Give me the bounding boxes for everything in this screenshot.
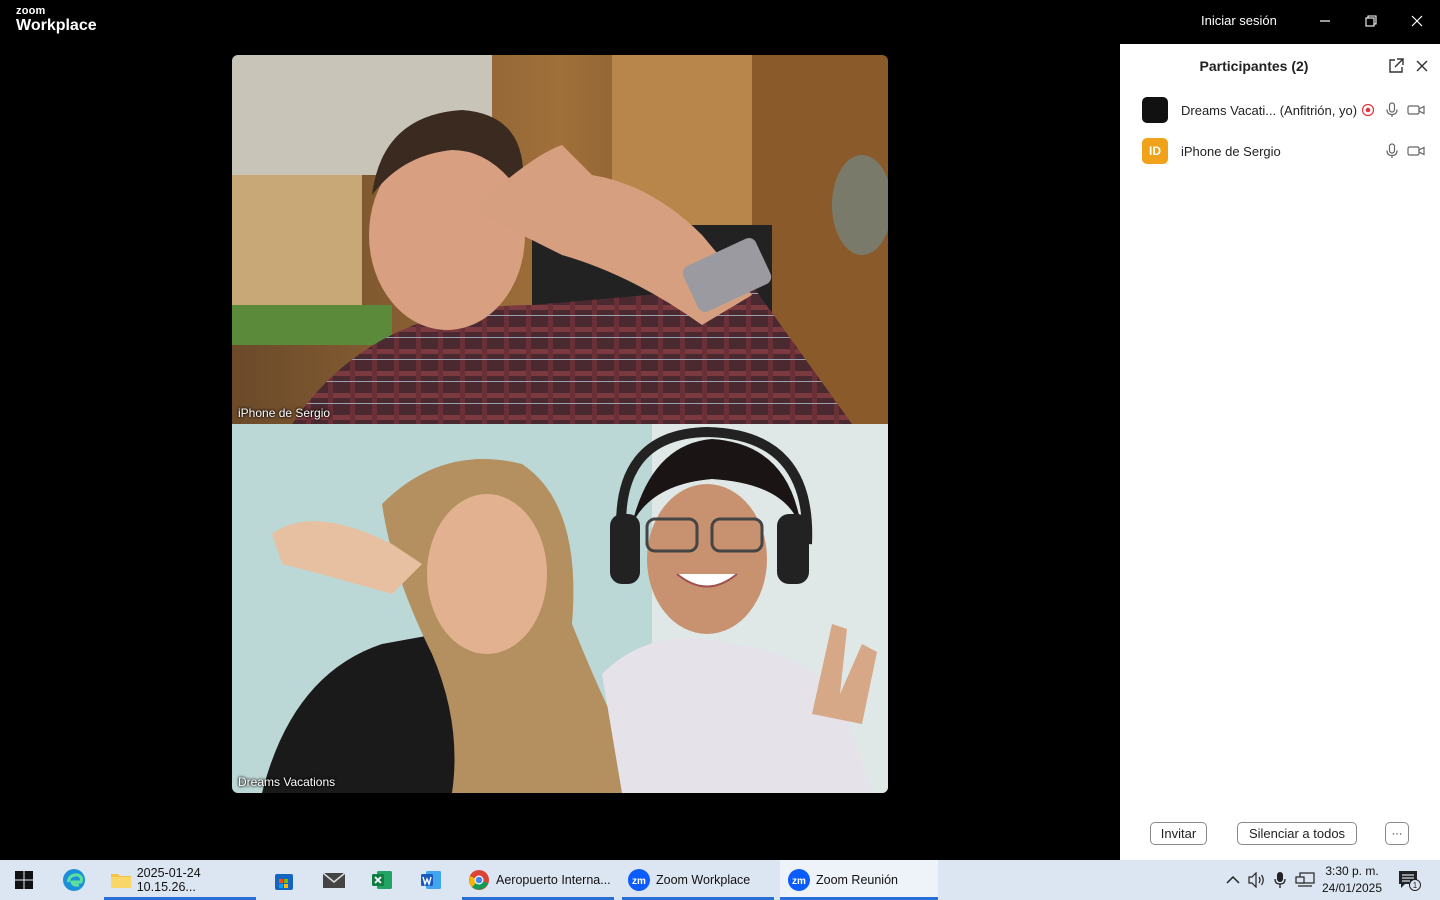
recording-icon xyxy=(1359,101,1377,119)
video-tile[interactable]: Dreams Vacations xyxy=(232,424,888,793)
participant-name-label: Dreams Vacations xyxy=(238,775,336,789)
sign-in-button[interactable]: Iniciar sesión xyxy=(1201,13,1277,28)
minimize-icon[interactable] xyxy=(1313,10,1337,32)
video-feed-dreams-vacations xyxy=(232,424,888,793)
video-stage: iPhone de Sergio Dreams Vacations xyxy=(0,44,1120,860)
close-icon[interactable] xyxy=(1413,57,1431,75)
mail-icon[interactable] xyxy=(318,864,350,896)
windows-taskbar: 2025-01-24 10.15.26... Aeropuerto Intern… xyxy=(0,860,1440,900)
excel-icon[interactable] xyxy=(366,864,398,896)
title-bar: zoom Workplace Iniciar sesión xyxy=(0,0,1440,44)
mic-icon[interactable] xyxy=(1383,142,1401,160)
chrome-icon xyxy=(469,870,489,890)
svg-text:zm: zm xyxy=(792,876,806,887)
taskbar-app-label: 2025-01-24 10.15.26... xyxy=(136,866,201,894)
zoom-icon: zm xyxy=(788,869,810,891)
taskbar-app-zoom-workplace[interactable]: zm Zoom Workplace xyxy=(622,860,774,900)
video-tile[interactable]: iPhone de Sergio xyxy=(232,55,888,424)
participant-row[interactable]: Dreams Vacati... (Anfitrión, yo) xyxy=(1120,92,1440,128)
notification-count: 1 xyxy=(1413,881,1418,890)
taskbar-app-label: Zoom Workplace xyxy=(656,873,751,887)
mic-icon[interactable] xyxy=(1383,101,1401,119)
taskbar-app-zoom-reunion[interactable]: zm Zoom Reunión xyxy=(780,860,938,900)
avatar: ID xyxy=(1142,138,1168,164)
video-feed-sergio xyxy=(232,55,888,424)
participant-name: Dreams Vacati... (Anfitrión, yo) xyxy=(1181,103,1358,118)
pop-out-icon[interactable] xyxy=(1387,57,1405,75)
svg-text:zm: zm xyxy=(632,876,646,887)
store-icon[interactable] xyxy=(268,864,300,896)
notifications-icon[interactable]: 1 xyxy=(1394,860,1424,900)
restore-icon[interactable] xyxy=(1359,10,1383,32)
mute-all-button[interactable]: Silenciar a todos xyxy=(1237,822,1357,845)
participant-name-label: iPhone de Sergio xyxy=(238,406,331,420)
clock-time: 3:30 p. m. xyxy=(1325,864,1379,878)
taskbar-app-chrome[interactable]: Aeropuerto Interna... xyxy=(462,860,614,900)
participant-name: iPhone de Sergio xyxy=(1181,144,1281,159)
clock-date: 24/01/2025 xyxy=(1321,881,1383,895)
participant-row[interactable]: ID iPhone de Sergio xyxy=(1120,133,1440,169)
participants-title: Participantes (2) xyxy=(1199,58,1309,74)
taskbar-app-label: Aeropuerto Interna... xyxy=(496,873,611,887)
speaker-icon[interactable] xyxy=(1246,860,1268,900)
video-camera-icon[interactable] xyxy=(1407,142,1425,160)
brand-small: zoom xyxy=(16,5,46,17)
microphone-icon[interactable] xyxy=(1270,860,1290,900)
chevron-up-icon[interactable] xyxy=(1222,860,1244,900)
zoom-workplace-logo: zoom Workplace xyxy=(16,6,97,34)
participants-panel: Participantes (2) Dreams Vacati... (Anfi… xyxy=(1120,44,1440,860)
close-window-icon[interactable] xyxy=(1405,10,1429,32)
zoom-icon: zm xyxy=(628,869,650,891)
taskbar-app-label: Zoom Reunión xyxy=(816,873,898,887)
video-camera-icon[interactable] xyxy=(1407,101,1425,119)
invite-button[interactable]: Invitar xyxy=(1150,822,1207,845)
word-icon[interactable] xyxy=(415,864,447,896)
more-options-button[interactable]: ··· xyxy=(1385,822,1409,845)
windows-start-icon[interactable] xyxy=(8,864,40,896)
edge-icon[interactable] xyxy=(58,864,90,896)
brand-big: Workplace xyxy=(16,17,97,34)
network-icon[interactable] xyxy=(1294,860,1316,900)
avatar xyxy=(1142,97,1168,123)
taskbar-app-folder[interactable]: 2025-01-24 10.15.26... xyxy=(104,860,256,900)
folder-icon xyxy=(111,874,131,888)
clock[interactable]: 3:30 p. m. 24/01/2025 xyxy=(1318,863,1386,897)
